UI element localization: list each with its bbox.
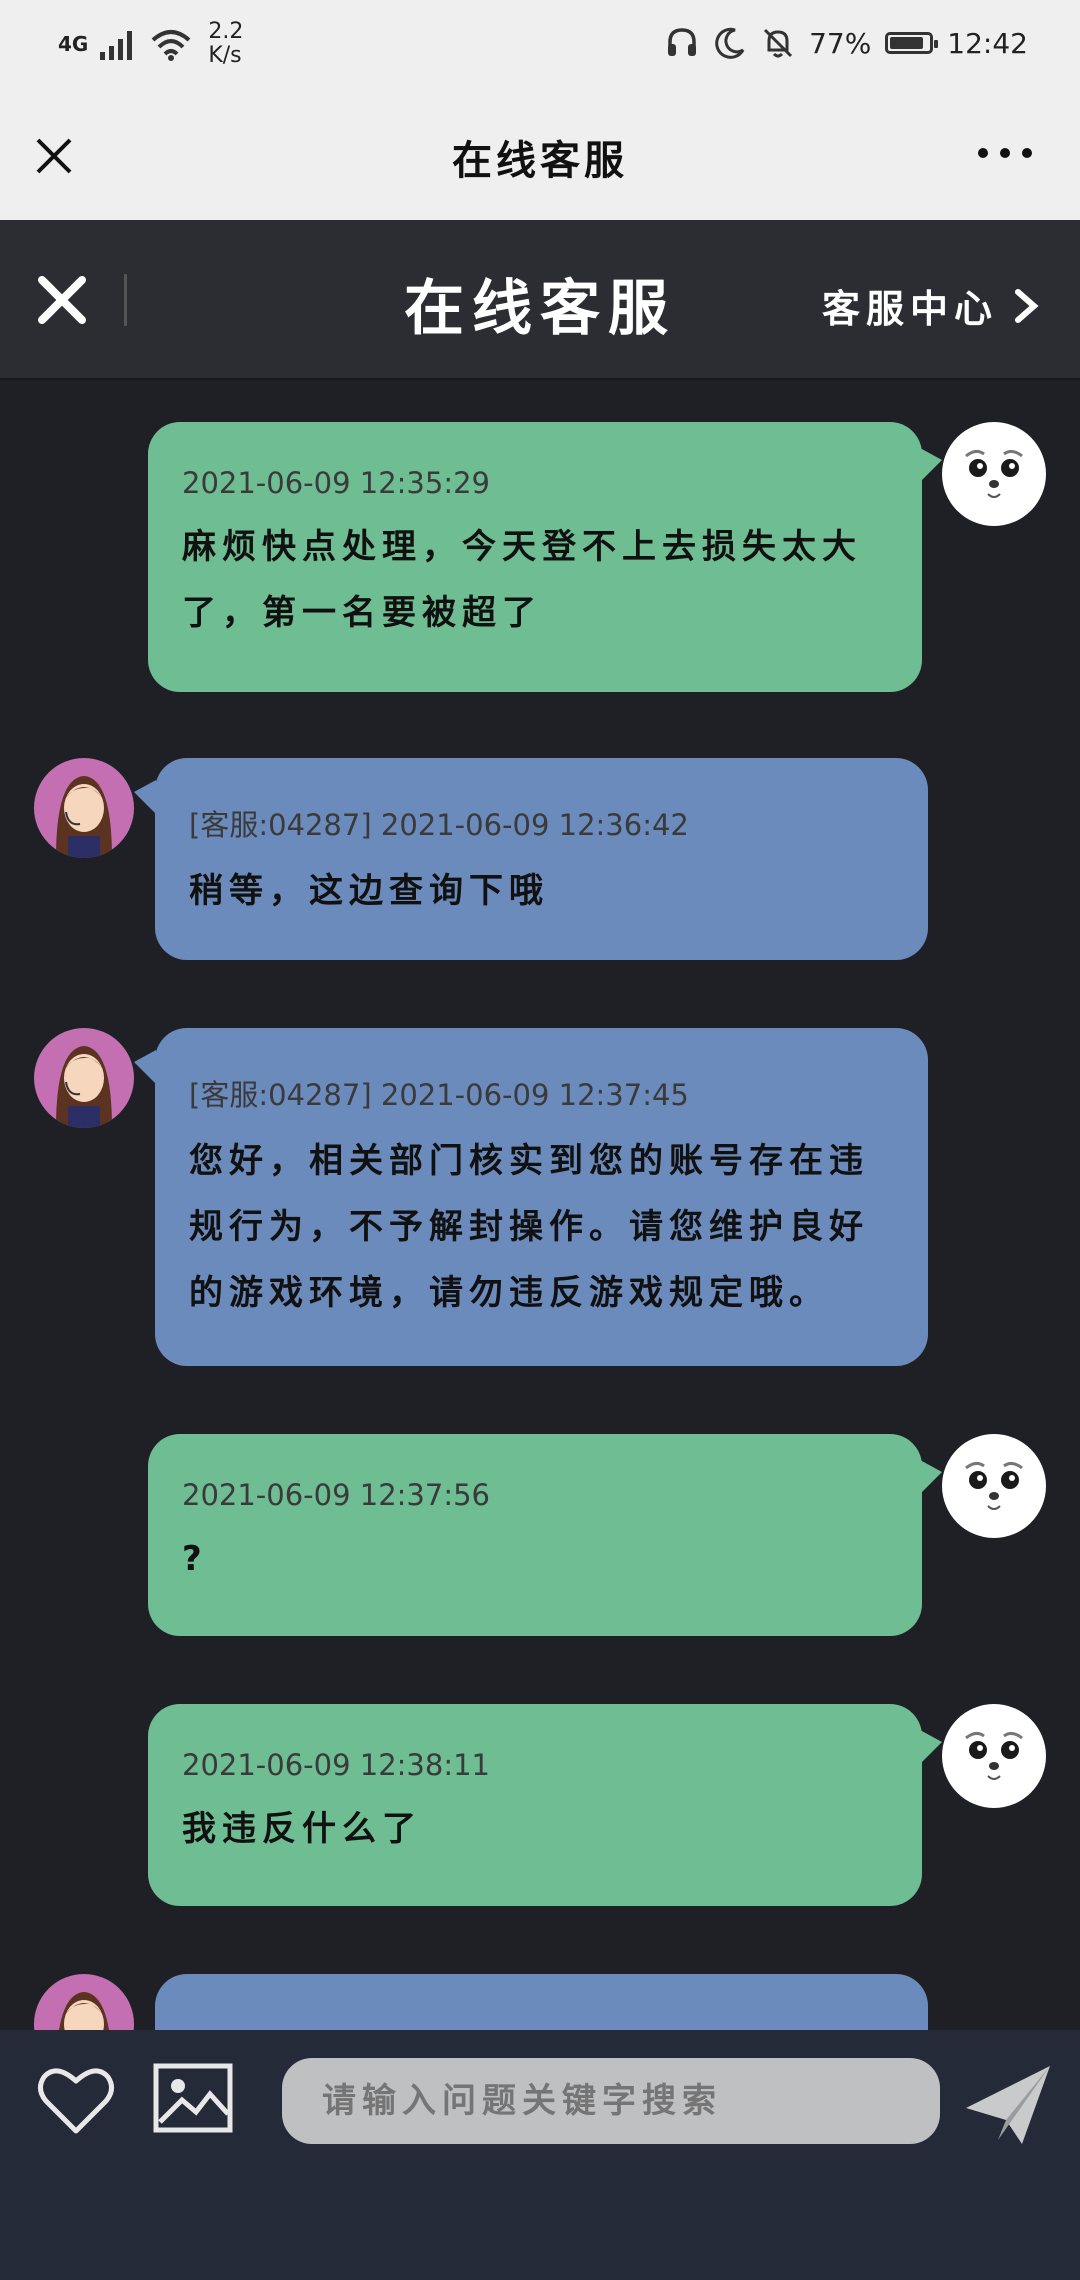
network-type: 4G bbox=[58, 32, 89, 56]
message-user: 2021-06-09 12:38:11 我违反什么了 bbox=[0, 1704, 1080, 1914]
message-timestamp: 2021-06-09 12:35:29 bbox=[182, 466, 490, 500]
message-bubble bbox=[155, 1974, 928, 2030]
user-avatar[interactable] bbox=[942, 1704, 1046, 1808]
bubble-tail bbox=[920, 1730, 942, 1764]
input-bar bbox=[0, 2030, 1080, 2280]
seal-face-icon bbox=[965, 449, 1023, 498]
wifi-icon bbox=[152, 30, 191, 61]
bubble-tail bbox=[134, 780, 156, 814]
chat-header: 在线客服 客服中心 bbox=[0, 220, 1080, 380]
seal-face-icon bbox=[965, 1731, 1023, 1780]
message-timestamp: [客服:04287] 2021-06-09 12:37:45 bbox=[189, 1078, 689, 1112]
message-agent: [客服:04287] 2021-06-09 12:37:45 您好，相关部门核实… bbox=[0, 1028, 1080, 1368]
agent-face-icon bbox=[56, 776, 112, 858]
moon-icon bbox=[715, 27, 745, 59]
message-bubble: 2021-06-09 12:37:56 ? bbox=[148, 1434, 922, 1636]
user-avatar[interactable] bbox=[942, 1434, 1046, 1538]
network-speed: 2.2 K/s bbox=[208, 20, 243, 68]
webview-title: 在线客服 bbox=[452, 138, 628, 184]
chevron-right-icon bbox=[1015, 288, 1039, 323]
image-icon[interactable] bbox=[152, 2062, 234, 2134]
bubble-tail bbox=[920, 448, 942, 482]
message-timestamp: [客服:04287] 2021-06-09 12:36:42 bbox=[189, 808, 689, 842]
status-left: 4G 2.2 K/s bbox=[58, 20, 243, 68]
heart-icon[interactable] bbox=[36, 2065, 116, 2137]
more-icon[interactable] bbox=[978, 148, 1032, 158]
message-bubble: 2021-06-09 12:35:29 麻烦快点处理，今天登不上去损失太大了，第… bbox=[148, 422, 922, 692]
battery-percent: 77% bbox=[809, 26, 872, 60]
service-center-label: 客服中心 bbox=[821, 287, 998, 331]
message-text: 麻烦快点处理，今天登不上去损失太大了，第一名要被超了 bbox=[182, 527, 862, 633]
bubble-tail bbox=[920, 1460, 942, 1494]
message-bubble: 2021-06-09 12:38:11 我违反什么了 bbox=[148, 1704, 922, 1906]
send-icon[interactable] bbox=[962, 2060, 1054, 2148]
speed-unit: K/s bbox=[208, 43, 242, 68]
message-timestamp: 2021-06-09 12:37:56 bbox=[182, 1478, 490, 1512]
search-input[interactable] bbox=[282, 2058, 940, 2144]
message-text: ? bbox=[182, 1539, 208, 1579]
bubble-tail bbox=[134, 1050, 156, 1084]
message-user: 2021-06-09 12:37:56 ? bbox=[0, 1434, 1080, 1644]
speed-value: 2.2 bbox=[208, 19, 244, 44]
message-agent: [客服:04287] 2021-06-09 12:36:42 稍等，这边查询下哦 bbox=[0, 758, 1080, 968]
agent-face-icon bbox=[59, 1992, 109, 2030]
battery-icon bbox=[885, 32, 939, 54]
user-avatar[interactable] bbox=[942, 422, 1046, 526]
seal-face-icon bbox=[965, 1461, 1023, 1510]
message-text: 我违反什么了 bbox=[182, 1809, 422, 1849]
message-bubble: [客服:04287] 2021-06-09 12:37:45 您好，相关部门核实… bbox=[155, 1028, 928, 1366]
headset-icon bbox=[668, 28, 697, 56]
message-text: 您好，相关部门核实到您的账号存在违规行为，不予解封操作。请您维护良好的游戏环境，… bbox=[189, 1141, 869, 1313]
service-center-link[interactable]: 客服中心 bbox=[822, 278, 1040, 333]
message-agent-partial bbox=[0, 1974, 1080, 2030]
chat-list[interactable]: 2021-06-09 12:35:29 麻烦快点处理，今天登不上去损失太大了，第… bbox=[0, 380, 1080, 2030]
agent-avatar[interactable] bbox=[34, 1028, 134, 1128]
status-right: 77% 12:42 bbox=[665, 26, 1028, 60]
battery-fill bbox=[890, 37, 923, 49]
message-timestamp: 2021-06-09 12:38:11 bbox=[182, 1748, 490, 1782]
status-bar: 4G 2.2 K/s 77% 12:42 bbox=[0, 0, 1080, 90]
message-text: 稍等，这边查询下哦 bbox=[189, 871, 549, 911]
message-bubble: [客服:04287] 2021-06-09 12:36:42 稍等，这边查询下哦 bbox=[155, 758, 928, 960]
message-user: 2021-06-09 12:35:29 麻烦快点处理，今天登不上去损失太大了，第… bbox=[0, 380, 1080, 692]
agent-face-icon bbox=[56, 1046, 112, 1128]
clock: 12:42 bbox=[947, 26, 1028, 60]
webview-bar: 在线客服 bbox=[0, 90, 1080, 221]
agent-avatar[interactable] bbox=[34, 758, 134, 858]
signal-icon bbox=[100, 31, 133, 60]
bell-off-icon bbox=[764, 28, 793, 58]
agent-avatar[interactable] bbox=[34, 1974, 134, 2030]
